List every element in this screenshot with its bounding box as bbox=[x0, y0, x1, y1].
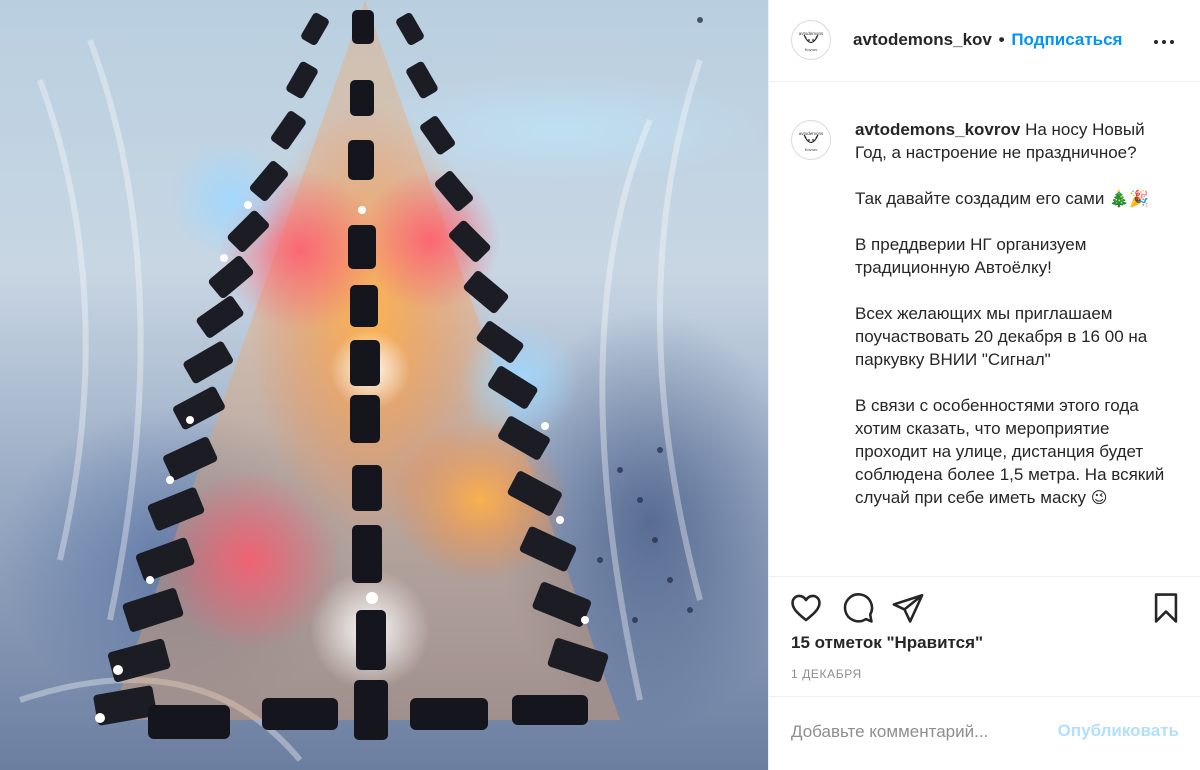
caption-paragraph-2: Так давайте создадим его сами 🎄🎉 bbox=[855, 187, 1177, 210]
caption-text-2: Так давайте создадим его сами bbox=[855, 189, 1105, 208]
post-caption: avtodemons_kovrov На носу Новый Год, а н… bbox=[855, 118, 1177, 532]
caption-paragraph-5: В связи с особенностями этого года хотим… bbox=[855, 394, 1177, 509]
publish-button[interactable]: Опубликовать bbox=[1058, 721, 1179, 741]
comment-icon[interactable] bbox=[841, 591, 875, 625]
car-tree-image bbox=[19, 0, 703, 762]
svg-text:Kovrov: Kovrov bbox=[805, 147, 817, 152]
avatar-logo-icon: avtodemons Kovrov bbox=[799, 31, 824, 52]
caption-text-5: В связи с особенностями этого года хотим… bbox=[855, 396, 1165, 507]
header-separator: • bbox=[998, 30, 1005, 49]
bookmark-icon[interactable] bbox=[1149, 591, 1183, 625]
header-user-line: avtodemons_kov • Подписаться bbox=[853, 30, 1122, 50]
svg-text:avtodemons: avtodemons bbox=[799, 31, 824, 36]
caption-username[interactable]: avtodemons_kovrov bbox=[855, 120, 1020, 139]
svg-text:Kovrov: Kovrov bbox=[805, 47, 817, 52]
post-side-panel: avtodemons Kovrov avtodemons_kov • Подпи… bbox=[768, 0, 1200, 770]
comment-input[interactable] bbox=[791, 719, 1041, 745]
comment-bar: Опубликовать bbox=[769, 696, 1200, 770]
caption-paragraph-4: Всех желающих мы приглашаем поучаствоват… bbox=[855, 304, 1148, 369]
caption-area: avtodemons Kovrov avtodemons_kovrov На н… bbox=[769, 82, 1200, 576]
caption-first-paragraph: avtodemons_kovrov На носу Новый Год, а н… bbox=[855, 118, 1177, 164]
post-date[interactable]: 1 ДЕКАБРЯ bbox=[791, 667, 862, 681]
wink-emoji: 😉 bbox=[1090, 488, 1108, 507]
likes-count[interactable]: 15 отметок "Нравится" bbox=[791, 633, 983, 653]
follow-button[interactable]: Подписаться bbox=[1011, 30, 1122, 49]
caption-avatar[interactable]: avtodemons Kovrov bbox=[791, 120, 831, 160]
post-actions: 15 отметок "Нравится" 1 ДЕКАБРЯ bbox=[769, 576, 1200, 696]
avatar[interactable]: avtodemons Kovrov bbox=[791, 20, 831, 60]
svg-text:avtodemons: avtodemons bbox=[799, 131, 824, 136]
post-photo[interactable] bbox=[0, 0, 768, 770]
header-username[interactable]: avtodemons_kov bbox=[853, 30, 992, 49]
more-horizontal-icon[interactable] bbox=[1153, 30, 1179, 50]
heart-icon[interactable] bbox=[789, 591, 823, 625]
avatar-logo-icon: avtodemons Kovrov bbox=[799, 131, 824, 152]
tree-party-emoji: 🎄🎉 bbox=[1109, 189, 1149, 208]
caption-paragraph-3: В преддверии НГ организуем традиционную … bbox=[855, 235, 1087, 277]
paper-plane-icon[interactable] bbox=[891, 591, 925, 625]
post-header: avtodemons Kovrov avtodemons_kov • Подпи… bbox=[769, 0, 1200, 82]
